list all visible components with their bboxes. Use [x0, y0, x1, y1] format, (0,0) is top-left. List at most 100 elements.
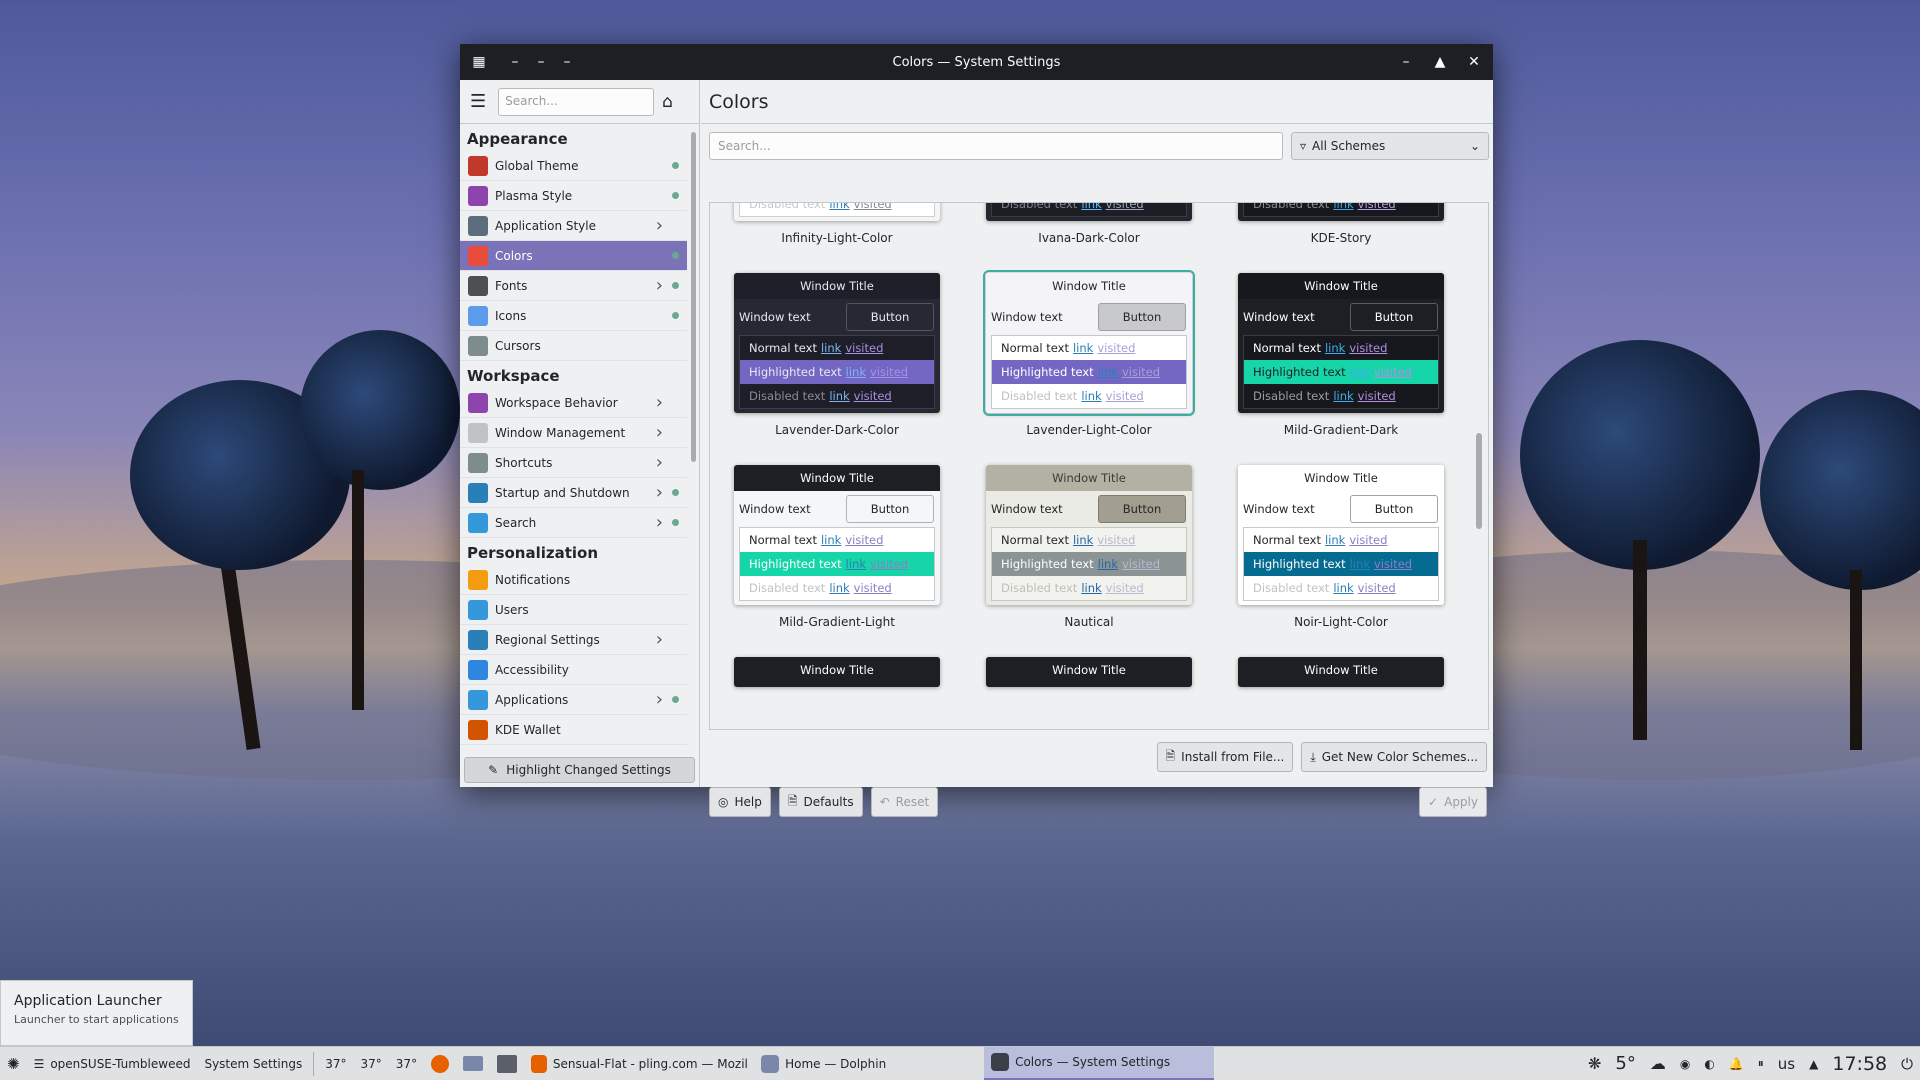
color-scheme-card[interactable]: Window TitleWindow textButtonNormal text… — [986, 202, 1192, 245]
dolphin-launcher-icon[interactable] — [456, 1047, 490, 1080]
task-sensual-flat-pling-com-mozilla[interactable]: Sensual-Flat - pling.com — Mozilla ... — [524, 1047, 754, 1080]
sidebar-item-cursors[interactable]: Cursors — [460, 331, 687, 361]
applications-icon — [468, 689, 488, 710]
task-home-dolphin[interactable]: Home — Dolphin — [754, 1047, 984, 1080]
defaults-button[interactable]: 🗎 Defaults — [778, 787, 863, 817]
color-scheme-card[interactable]: Window TitleWindow textButtonNormal text… — [1238, 273, 1444, 437]
install-from-file-button[interactable]: 🗎 Install from File... — [1156, 742, 1294, 772]
checkmark-icon: ✓ — [1428, 795, 1439, 809]
sidebar-item-colors[interactable]: Colors — [460, 241, 687, 271]
color-scheme-card[interactable]: Window TitleWindow textButtonNormal text… — [1238, 203, 1444, 245]
color-scheme-card[interactable]: Window Title — [986, 657, 1192, 687]
get-new-schemes-button[interactable]: ⤓ Get New Color Schemes... — [1301, 742, 1487, 772]
shade-icon[interactable]: – — [554, 49, 580, 75]
cloud-icon[interactable]: ☁ — [1643, 1047, 1673, 1080]
preview-normal-row: Normal text link visited — [1244, 528, 1438, 552]
help-icon: ◎ — [718, 795, 729, 809]
minimize-button[interactable]: – — [1393, 49, 1419, 75]
undo-icon: ↶ — [879, 795, 890, 809]
color-scheme-card[interactable]: Window TitleWindow textButtonNormal text… — [734, 465, 940, 629]
color-scheme-card[interactable]: Window TitleWindow textButtonNormal text… — [734, 203, 940, 245]
sidebar-item-regional-settings[interactable]: Regional Settings › — [460, 625, 687, 655]
task-colors-system-settings[interactable]: Colors — System Settings — [984, 1046, 1215, 1080]
color-scheme-card[interactable]: Window TitleWindow textButtonNormal text… — [986, 465, 1192, 629]
download-icon: ⤓ — [1310, 749, 1316, 764]
apply-button[interactable]: ✓ Apply — [1419, 787, 1487, 817]
sidebar-item-online-accounts[interactable]: Online Accounts — [460, 745, 687, 749]
chevron-right-icon: › — [655, 275, 663, 296]
sidebar-item-label: Global Theme — [495, 158, 579, 173]
preview-highlighted-row: Highlighted text link visited — [740, 552, 934, 576]
keep-below-icon[interactable]: – — [502, 49, 528, 75]
window-menu-icon[interactable]: ▦ — [466, 49, 492, 75]
application-launcher-icon[interactable]: ✺ — [0, 1047, 27, 1080]
color-scheme-card[interactable]: Window TitleWindow textButtonNormal text… — [983, 270, 1195, 437]
sidebar-item-workspace-behavior[interactable]: Workspace Behavior › — [460, 388, 687, 418]
highlight-changed-settings-button[interactable]: ✎ Highlight Changed Settings — [464, 757, 695, 783]
preview-view-rows: Normal textlinkvisitedHighlighted textli… — [739, 335, 935, 409]
activities-button[interactable]: ☰ openSUSE-Tumbleweed — [27, 1047, 198, 1080]
sidebar-scrollbar[interactable] — [691, 132, 696, 462]
media-icon[interactable]: ⏸ — [1751, 1047, 1771, 1080]
grid-scrollbar[interactable] — [1476, 433, 1482, 529]
preview-view-rows: Normal textlinkvisitedHighlighted textli… — [739, 203, 935, 217]
color-scheme-card[interactable]: Window Title — [1238, 657, 1444, 687]
keyboard-layout[interactable]: us — [1771, 1047, 1802, 1080]
install-label: Install from File... — [1181, 750, 1285, 764]
search-icon — [468, 512, 488, 533]
chevron-right-icon: › — [655, 215, 663, 236]
maximize-button[interactable]: ▲ — [1427, 49, 1453, 75]
pager-icon[interactable] — [490, 1047, 524, 1080]
preview-link: link — [1324, 341, 1346, 355]
sidebar-item-label: Users — [495, 602, 529, 617]
home-icon[interactable]: ⌂ — [662, 92, 673, 112]
sidebar-item-label: Application Style — [495, 218, 597, 233]
shortcuts-icon — [468, 452, 488, 473]
sidebar-item-global-theme[interactable]: Global Theme — [460, 151, 687, 181]
sidebar-item-kde-wallet[interactable]: KDE Wallet — [460, 715, 687, 745]
sidebar-item-startup-and-shutdown[interactable]: Startup and Shutdown › — [460, 478, 687, 508]
brightness-icon[interactable]: ◐ — [1697, 1047, 1721, 1080]
preview-disabled-row: Disabled text link visited — [992, 202, 1186, 216]
tray-expand-icon[interactable]: ▲ — [1802, 1047, 1825, 1080]
sidebar-item-search[interactable]: Search › — [460, 508, 687, 538]
sidebar-item-plasma-style[interactable]: Plasma Style — [460, 181, 687, 211]
sidebar-item-application-style[interactable]: Application Style › — [460, 211, 687, 241]
help-button[interactable]: ◎ Help — [709, 787, 771, 817]
updates-icon[interactable]: ◉ — [1673, 1047, 1697, 1080]
scheme-search-input[interactable]: Search... — [709, 132, 1283, 160]
weather-icon[interactable]: ❋ — [1581, 1047, 1608, 1080]
sidebar-item-notifications[interactable]: Notifications — [460, 565, 687, 595]
system-settings-launcher[interactable]: System Settings — [197, 1047, 309, 1080]
clock[interactable]: 17:58 — [1825, 1047, 1894, 1080]
reset-button[interactable]: ↶ Reset — [870, 787, 939, 817]
firefox-launcher-icon[interactable] — [424, 1047, 456, 1080]
sidebar-item-window-management[interactable]: Window Management › — [460, 418, 687, 448]
keep-above-icon[interactable]: – — [528, 49, 554, 75]
application-launcher-tooltip: Application Launcher Launcher to start a… — [0, 980, 193, 1046]
color-scheme-card[interactable]: Window Title — [734, 657, 940, 687]
notifications-bell-icon[interactable]: 🔔 — [1722, 1047, 1751, 1080]
sidebar-item-icons[interactable]: Icons — [460, 301, 687, 331]
color-scheme-name: Mild-Gradient-Dark — [1283, 423, 1399, 437]
color-scheme-card[interactable]: Window TitleWindow textButtonNormal text… — [1238, 465, 1444, 629]
sidebar-item-accessibility[interactable]: Accessibility — [460, 655, 687, 685]
scheme-filter-select[interactable]: ▿ All Schemes ⌄ — [1291, 132, 1489, 160]
fonts-icon — [468, 275, 488, 296]
filter-icon: ▿ — [1300, 139, 1307, 153]
preview-visited: visited — [1349, 341, 1388, 355]
sidebar-search-input[interactable]: Search... — [498, 87, 655, 116]
color-scheme-card[interactable]: Window TitleWindow textButtonNormal text… — [734, 273, 940, 437]
preview-normal-row: Normal text link visited — [992, 528, 1186, 552]
close-button[interactable]: ✕ — [1461, 49, 1487, 75]
sidebar-item-shortcuts[interactable]: Shortcuts › — [460, 448, 687, 478]
preview-highlighted-row: Highlighted text link visited — [1244, 360, 1438, 384]
weather-temp[interactable]: 5° — [1608, 1047, 1642, 1080]
preview-disabled-text: Disabled text — [1001, 202, 1078, 211]
sidebar-item-users[interactable]: Users — [460, 595, 687, 625]
sidebar-item-applications[interactable]: Applications › — [460, 685, 687, 715]
power-icon[interactable]: ⏻ — [1894, 1047, 1920, 1080]
hamburger-menu-icon[interactable]: ☰ — [466, 91, 490, 112]
sidebar-item-fonts[interactable]: Fonts › — [460, 271, 687, 301]
cursors-icon — [468, 335, 488, 356]
